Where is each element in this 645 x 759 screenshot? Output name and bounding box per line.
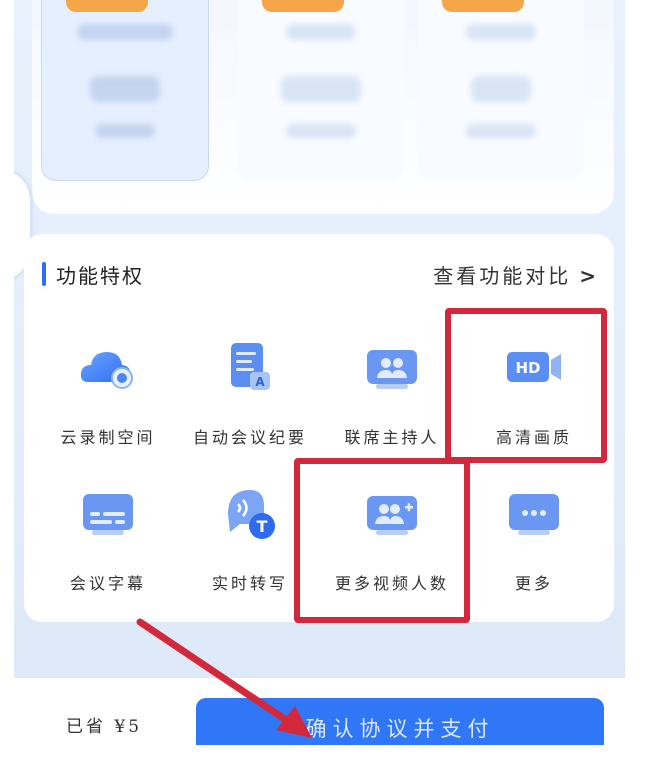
feature-label: 更多: [514, 574, 553, 593]
feature-label: 自动会议纪要: [192, 428, 307, 447]
plan-tag: [66, 0, 148, 12]
saved-amount: 已省 ¥5: [66, 717, 143, 737]
plan-tag: [442, 0, 524, 12]
svg-text:T: T: [257, 517, 268, 536]
cloud-record-icon: [80, 352, 133, 389]
co-host-icon: [367, 350, 417, 389]
feature-auto-minutes[interactable]: A 自动会议纪要: [182, 338, 318, 468]
plan-option-1[interactable]: [42, 0, 208, 180]
confirm-pay-button[interactable]: 确认协议并支付: [196, 698, 604, 745]
highlight-box-more-participants: [294, 458, 470, 623]
auto-minutes-icon: A: [231, 343, 270, 390]
bottom-action-bar: 已省 ¥5 确认协议并支付: [14, 678, 625, 745]
plan-option-2[interactable]: [238, 0, 404, 180]
compare-features-link[interactable]: 查看功能对比 >: [433, 260, 596, 289]
section-accent-bar: [42, 262, 46, 286]
feature-label: 云录制空间: [60, 428, 156, 447]
feature-label: 联席主持人: [344, 428, 440, 447]
section-title: 功能特权: [56, 264, 144, 288]
feature-label: 会议字幕: [69, 574, 146, 593]
feature-co-host[interactable]: 联席主持人: [324, 338, 460, 468]
chevron-right-icon: >: [579, 264, 596, 288]
plan-panel: [32, 0, 614, 214]
plan-tag: [262, 0, 344, 12]
subtitles-icon: [83, 494, 133, 535]
feature-cloud-recording[interactable]: 云录制空间: [40, 338, 176, 468]
highlight-box-hd-video: [445, 308, 607, 463]
svg-text:A: A: [255, 375, 265, 389]
transcribe-icon: T: [228, 490, 275, 539]
feature-subtitles[interactable]: 会议字幕: [40, 484, 176, 614]
more-icon: [509, 494, 559, 535]
feature-more[interactable]: 更多: [466, 484, 602, 614]
plan-option-3[interactable]: [418, 0, 584, 180]
